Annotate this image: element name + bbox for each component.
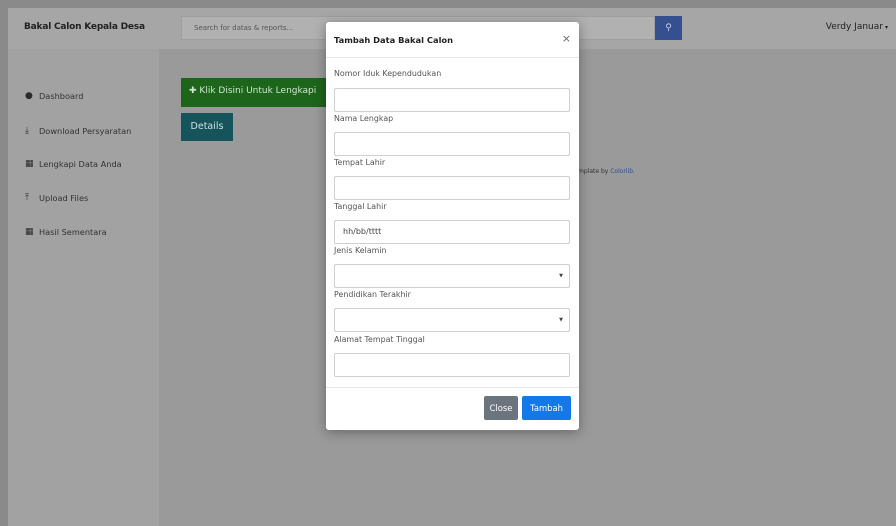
colorlib-link[interactable]: Colorlib. <box>610 168 635 175</box>
tanggal-lahir-input[interactable]: hh/bb/tttt <box>334 220 570 244</box>
alamat-input[interactable] <box>334 353 570 377</box>
sidebar-item-upload-files[interactable]: ⤒ Upload Files <box>25 191 88 205</box>
lengkapi-data-button[interactable]: ✚ Klik Disini Untuk Lengkapi <box>181 78 331 107</box>
nik-input[interactable] <box>334 88 570 112</box>
sidebar-item-label: Download Persyaratan <box>39 126 132 136</box>
modal-title: Tambah Data Bakal Calon <box>334 35 454 45</box>
lengkapi-data-label: Klik Disini Untuk Lengkapi <box>199 86 317 96</box>
pendidikan-terakhir-label: Pendidikan Terakhir <box>334 290 411 299</box>
tambah-data-modal: Tambah Data Bakal Calon × Nomor Iduk Kep… <box>326 22 579 430</box>
chevron-down-icon: ▼ <box>559 273 563 279</box>
calendar-icon: ▦ <box>25 227 34 237</box>
template-credit: mplate by Colorlib. <box>578 168 635 175</box>
sidebar-item-dashboard[interactable]: ● Dashboard <box>25 89 83 103</box>
jenis-kelamin-select[interactable]: ▼ <box>334 264 570 288</box>
jenis-kelamin-label: Jenis Kelamin <box>334 246 387 255</box>
calendar-icon: ▦ <box>25 159 34 169</box>
search-button[interactable]: ⚲ <box>655 16 682 40</box>
chevron-down-icon: ▼ <box>559 317 563 323</box>
sidebar-item-label: Lengkapi Data Anda <box>39 159 122 169</box>
modal-footer-divider <box>326 387 579 388</box>
alamat-label: Alamat Tempat Tinggal <box>334 335 425 344</box>
sidebar-item-label: Dashboard <box>39 91 84 101</box>
sidebar-item-download-persyaratan[interactable]: ⤓ Download Persyaratan <box>25 124 131 138</box>
tempat-lahir-input[interactable] <box>334 176 570 200</box>
search-icon: ⚲ <box>665 23 672 33</box>
sidebar-item-lengkapi-data[interactable]: ▦ Lengkapi Data Anda <box>25 157 122 171</box>
user-name: Verdy Januar <box>825 22 883 32</box>
upload-icon: ⤒ <box>25 193 29 203</box>
close-button[interactable]: Close <box>484 396 518 420</box>
tanggal-lahir-label: Tanggal Lahir <box>334 202 387 211</box>
sidebar-item-label: Hasil Sementara <box>39 227 107 237</box>
nik-label: Nomor Iduk Kependudukan <box>334 69 442 78</box>
details-button[interactable]: Details <box>181 113 233 141</box>
download-icon: ⤓ <box>25 126 29 136</box>
brand-title[interactable]: Bakal Calon Kepala Desa <box>24 22 145 32</box>
chevron-down-icon: ▾ <box>884 24 888 31</box>
close-icon[interactable]: × <box>562 32 571 45</box>
sidebar: ● Dashboard ⤓ Download Persyaratan ▦ Len… <box>8 49 159 526</box>
plus-icon: ✚ <box>189 86 197 96</box>
pendidikan-terakhir-select[interactable]: ▼ <box>334 308 570 332</box>
sidebar-item-label: Upload Files <box>39 193 89 203</box>
tempat-lahir-label: Tempat Lahir <box>334 158 386 167</box>
tambah-button[interactable]: Tambah <box>522 396 571 420</box>
sidebar-item-hasil-sementara[interactable]: ▦ Hasil Sementara <box>25 225 107 239</box>
nama-lengkap-label: Nama Lengkap <box>334 114 394 123</box>
nama-lengkap-input[interactable] <box>334 132 570 156</box>
user-menu[interactable]: Verdy Januar ▾ <box>826 22 888 32</box>
modal-header: Tambah Data Bakal Calon × <box>326 22 579 58</box>
map-marker-icon: ● <box>25 91 33 101</box>
